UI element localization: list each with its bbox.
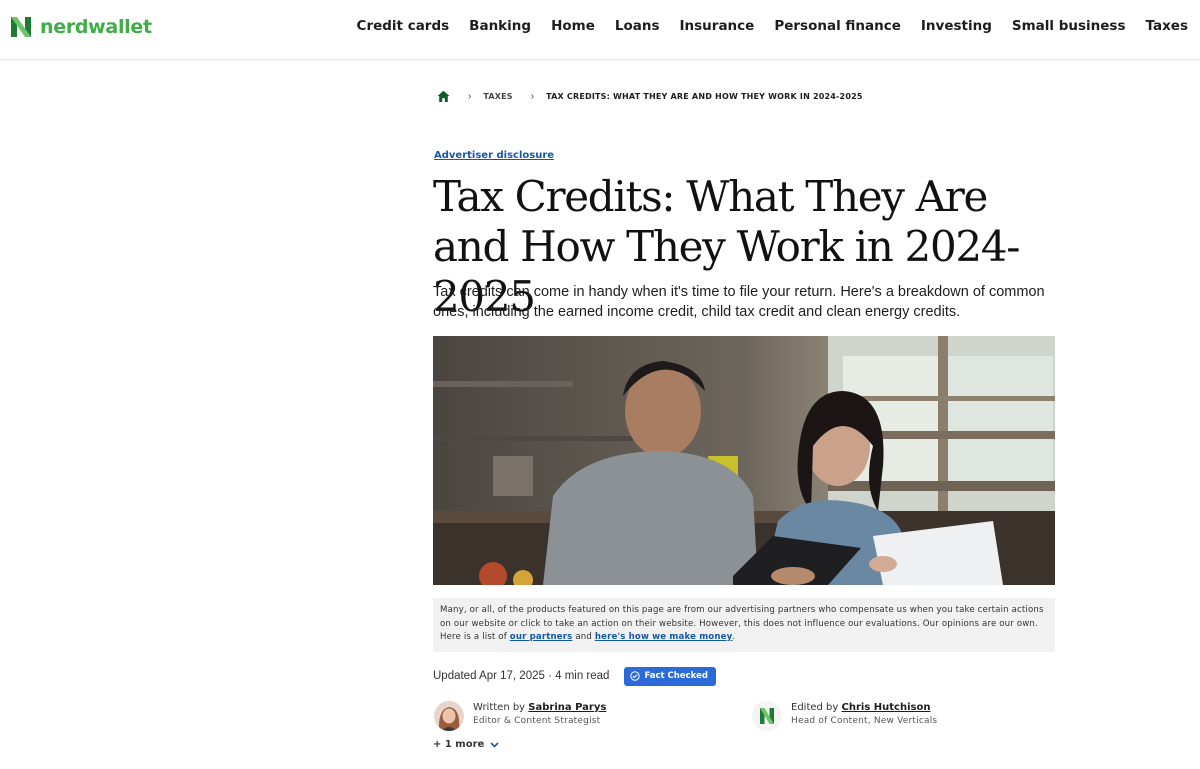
- chevron-right-icon: ›: [530, 90, 535, 102]
- nav-credit-cards[interactable]: Credit cards: [357, 18, 450, 34]
- author-byline: Written by Sabrina Parys: [473, 701, 606, 714]
- breadcrumb-taxes[interactable]: TAXES: [483, 92, 512, 101]
- nav-personal-finance[interactable]: Personal finance: [774, 18, 901, 34]
- chevron-right-icon: ›: [468, 90, 472, 102]
- fact-checked-badge[interactable]: Fact Checked: [624, 666, 716, 686]
- advertiser-disclosure-link[interactable]: Advertiser disclosure: [434, 150, 554, 161]
- nav-taxes[interactable]: Taxes: [1146, 18, 1188, 34]
- editor-byline: Edited by Chris Hutchison: [791, 701, 937, 714]
- nav-loans[interactable]: Loans: [615, 18, 660, 34]
- logo-wordmark: nerdwallet: [40, 16, 152, 38]
- advertising-notice: Many, or all, of the products featured o…: [433, 598, 1055, 652]
- nav-home[interactable]: Home: [551, 18, 595, 34]
- article-lede: Tax credits can come in handy when it's …: [433, 284, 1045, 320]
- updated-date: Updated Apr 17, 2025 · 4 min read: [433, 670, 610, 682]
- more-authors-toggle[interactable]: + 1 more: [433, 739, 499, 750]
- nav-investing[interactable]: Investing: [921, 18, 992, 34]
- breadcrumb: › TAXES › TAX CREDITS: WHAT THEY ARE AND…: [437, 89, 881, 103]
- nav-small-business[interactable]: Small business: [1012, 18, 1126, 34]
- home-icon[interactable]: [437, 90, 450, 103]
- avatar[interactable]: [752, 701, 782, 731]
- site-header: nerdwallet Credit cards Banking Home Loa…: [0, 0, 1200, 60]
- editor-name-link[interactable]: Chris Hutchison: [842, 702, 931, 713]
- editor-role: Head of Content, New Verticals: [791, 716, 938, 726]
- hero-photo-couple-reviewing-taxes: [433, 336, 1055, 585]
- article-meta: Updated Apr 17, 2025 · 4 min read Fact C…: [433, 666, 716, 686]
- fact-checked-label: Fact Checked: [644, 671, 708, 681]
- breadcrumb-current: TAX CREDITS: WHAT THEY ARE AND HOW THEY …: [546, 91, 863, 101]
- author-role: Editor & Content Strategist: [473, 716, 601, 726]
- nerdwallet-logo[interactable]: nerdwallet: [10, 14, 152, 40]
- nerdwallet-logo-icon: [11, 17, 31, 37]
- author-writer: Written by Sabrina Parys Editor & Conten…: [434, 701, 606, 731]
- ad-notice-conjunction: and: [572, 632, 595, 642]
- written-by-prefix: Written by: [473, 702, 529, 713]
- our-partners-link[interactable]: our partners: [510, 632, 573, 642]
- nerdwallet-avatar-icon: [752, 701, 782, 731]
- nav-banking[interactable]: Banking: [469, 18, 531, 34]
- check-circle-icon: [630, 671, 641, 681]
- main-nav: Credit cards Banking Home Loans Insuranc…: [357, 0, 1200, 52]
- chevron-down-icon: [490, 741, 499, 748]
- hero-image: [433, 336, 1055, 585]
- more-authors-label: + 1 more: [433, 739, 485, 750]
- avatar[interactable]: [434, 701, 464, 731]
- author-editor: Edited by Chris Hutchison Head of Conten…: [752, 701, 937, 731]
- nav-insurance[interactable]: Insurance: [680, 18, 755, 34]
- edited-by-prefix: Edited by: [791, 702, 842, 713]
- author-name-link[interactable]: Sabrina Parys: [528, 702, 606, 713]
- how-we-make-money-link[interactable]: here's how we make money: [595, 632, 733, 642]
- author-photo: [434, 701, 464, 731]
- ad-notice-end: .: [732, 632, 736, 642]
